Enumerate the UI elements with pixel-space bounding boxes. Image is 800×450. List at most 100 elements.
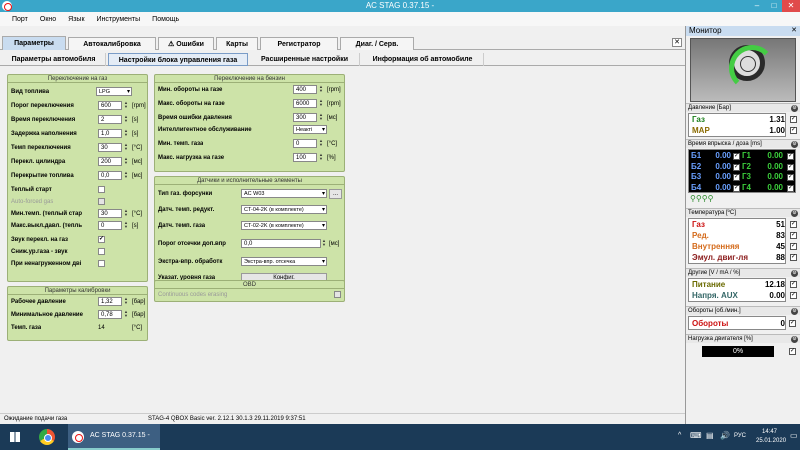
max-exit-input[interactable]: 0: [98, 221, 122, 230]
petrol-switch-param-input[interactable]: 6000: [293, 99, 317, 108]
gas-switch-param-input[interactable]: 1,0: [98, 129, 122, 138]
gas-injector-checkbox[interactable]: ✓: [787, 163, 794, 171]
tab-parameters[interactable]: Параметры: [2, 36, 66, 50]
calibration-param-input[interactable]: 0,78: [98, 310, 122, 319]
petrol-injector-checkbox[interactable]: ✓: [733, 163, 740, 171]
gas-switch-param-spin[interactable]: ▲ ▼: [123, 129, 129, 138]
volume-icon[interactable]: 🔊: [720, 431, 730, 440]
gas-switch-param-input[interactable]: 0,0: [98, 171, 122, 180]
maximize-button[interactable]: □: [765, 0, 783, 12]
tab-close-icon[interactable]: ✕: [672, 38, 682, 47]
temperature-checkbox[interactable]: ✓: [790, 221, 797, 228]
extra-injection-select[interactable]: Экстра-впр. отсечка: [241, 257, 327, 266]
menu-window[interactable]: Окно: [40, 16, 56, 23]
min-temp-input[interactable]: 30: [98, 209, 122, 218]
petrol-injector-checkbox[interactable]: ✓: [733, 153, 740, 160]
tab-diag[interactable]: Диаг. / Серв.: [340, 37, 414, 50]
tab-recorder[interactable]: Регистратор: [260, 37, 338, 50]
rpm-checkbox[interactable]: ✓: [789, 320, 796, 327]
language-indicator[interactable]: РУС: [734, 433, 746, 439]
petrol-switch-param-input[interactable]: 300: [293, 113, 317, 122]
reducer-sensor-select[interactable]: CT-04-2K (в комплекте): [241, 205, 327, 214]
auto-forced-checkbox[interactable]: [98, 198, 105, 205]
calibration-param-spin[interactable]: ▲ ▼: [123, 310, 129, 319]
tab-maps[interactable]: Карты: [216, 37, 258, 50]
calibration-param-input[interactable]: 1,32: [98, 297, 122, 306]
pressure-checkbox[interactable]: ✓: [790, 116, 797, 123]
gas-switch-param-spin[interactable]: ▲ ▼: [123, 115, 129, 124]
gas-injector-checkbox[interactable]: ✓: [787, 153, 794, 160]
cutoff-input[interactable]: 0,0: [241, 239, 321, 248]
max-exit-spin[interactable]: ▲ ▼: [123, 221, 129, 230]
injector-type-select[interactable]: AC W03: [241, 189, 327, 198]
gas-injector-checkbox[interactable]: ✓: [787, 184, 794, 192]
gas-switch-param-input[interactable]: 600: [98, 101, 122, 110]
petrol-switch-param-spin[interactable]: ▲ ▼: [318, 99, 324, 108]
load-checkbox[interactable]: ✓: [789, 348, 796, 355]
gas-switch-param-spin[interactable]: ▲ ▼: [123, 101, 129, 110]
menu-help[interactable]: Помощь: [152, 16, 179, 23]
minimize-button[interactable]: –: [748, 0, 766, 12]
menu-tools[interactable]: Инструменты: [97, 16, 141, 23]
close-button[interactable]: ✕: [782, 0, 800, 12]
gas-switch-param-input[interactable]: 30: [98, 143, 122, 152]
tab-autocalibration[interactable]: Автокалибровка: [68, 37, 156, 50]
settings-icon[interactable]: ⚙: [791, 308, 798, 315]
petrol-switch-param-spin[interactable]: ▲ ▼: [318, 113, 324, 122]
settings-icon[interactable]: ⚙: [791, 210, 798, 217]
sound-switch-checkbox[interactable]: ✓: [98, 236, 105, 243]
tray-chevron-icon[interactable]: ^: [678, 432, 681, 439]
min-gas-temp-spin[interactable]: ▲ ▼: [318, 139, 324, 148]
tab-errors[interactable]: ⚠ Ошибки: [158, 37, 214, 50]
temperature-checkbox[interactable]: ✓: [790, 232, 797, 239]
monitor-close-icon[interactable]: ✕: [791, 26, 797, 36]
petrol-switch-param-input[interactable]: 400: [293, 85, 317, 94]
obd-erase-checkbox[interactable]: [334, 291, 341, 298]
petrol-injector-checkbox[interactable]: ✓: [733, 174, 740, 181]
warm-start-checkbox[interactable]: [98, 186, 105, 193]
intel-service-select[interactable]: Неакті: [293, 125, 327, 134]
temperature-checkbox[interactable]: ✓: [790, 243, 797, 250]
settings-icon[interactable]: ⚙: [791, 336, 798, 343]
menu-language[interactable]: Язык: [68, 16, 84, 23]
settings-icon[interactable]: ⚙: [791, 141, 798, 148]
petrol-injector-checkbox[interactable]: ✓: [733, 184, 740, 192]
low-gas-sound-checkbox[interactable]: [98, 248, 105, 255]
clock-time[interactable]: 14:47: [762, 429, 777, 435]
max-load-input[interactable]: 100: [293, 153, 317, 162]
subtab-vehicle-info[interactable]: Информация об автомобиле: [362, 53, 484, 66]
settings-icon[interactable]: ⚙: [791, 270, 798, 277]
gas-switch-param-spin[interactable]: ▲ ▼: [123, 157, 129, 166]
gas-switch-param-input[interactable]: 200: [98, 157, 122, 166]
unloaded-engine-checkbox[interactable]: [98, 260, 105, 267]
other-checkbox[interactable]: ✓: [790, 281, 797, 288]
calibration-param-spin[interactable]: ▲ ▼: [123, 297, 129, 306]
settings-icon[interactable]: ⚙: [791, 105, 798, 112]
cutoff-spin[interactable]: ▲ ▼: [321, 239, 327, 248]
other-checkbox[interactable]: ✓: [790, 292, 797, 299]
gas-switch-param-spin[interactable]: ▲ ▼: [123, 143, 129, 152]
subtab-gas-ecu-settings[interactable]: Настройки блока управления газа: [108, 53, 248, 66]
injector-more-button[interactable]: ...: [329, 189, 342, 199]
pressure-checkbox[interactable]: ✓: [790, 127, 797, 134]
start-button[interactable]: [0, 424, 30, 450]
network-icon[interactable]: ▤: [706, 431, 714, 440]
gas-injector-checkbox[interactable]: ✓: [787, 174, 794, 181]
notifications-icon[interactable]: ▭: [790, 431, 798, 440]
gas-sensor-select[interactable]: CT-02-2K (в комплекте): [241, 221, 327, 230]
fuel-type-select[interactable]: LPG: [96, 87, 132, 96]
max-load-spin[interactable]: ▲ ▼: [318, 153, 324, 162]
min-gas-temp-input[interactable]: 0: [293, 139, 317, 148]
gas-switch-param-input[interactable]: 2: [98, 115, 122, 124]
clock-date[interactable]: 25.01.2020: [756, 438, 786, 444]
chrome-taskbar-button[interactable]: [36, 424, 58, 450]
subtab-vehicle-params[interactable]: Параметры автомобиля: [2, 53, 106, 66]
gas-switch-param-spin[interactable]: ▲ ▼: [123, 171, 129, 180]
petrol-switch-param-spin[interactable]: ▲ ▼: [318, 85, 324, 94]
subtab-advanced[interactable]: Расширенные настройки: [250, 53, 360, 66]
ac-stag-taskbar-button[interactable]: AC STAG 0.37.15 -: [68, 424, 160, 450]
min-temp-spin[interactable]: ▲ ▼: [123, 209, 129, 218]
keyboard-icon[interactable]: ⌨: [690, 431, 702, 440]
menu-port[interactable]: Порт: [12, 16, 28, 23]
temperature-checkbox[interactable]: ✓: [790, 254, 797, 261]
